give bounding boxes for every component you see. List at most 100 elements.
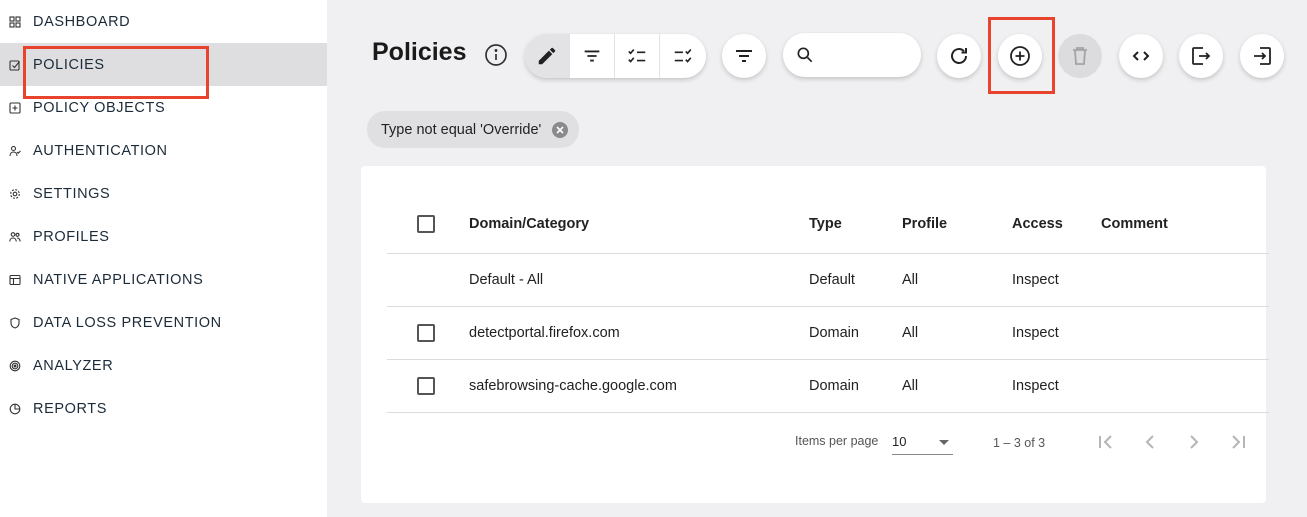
- column-header-type[interactable]: Type: [809, 194, 842, 253]
- column-header-comment[interactable]: Comment: [1101, 194, 1168, 253]
- sidebar-item-policy-objects[interactable]: POLICY OBJECTS: [0, 86, 327, 129]
- add-circle-icon: [1010, 46, 1030, 66]
- sidebar-item-settings[interactable]: SETTINGS: [0, 172, 327, 215]
- cell-type: Domain: [809, 378, 859, 394]
- grid-icon: [9, 15, 21, 28]
- code-icon: [1132, 51, 1150, 61]
- table-row[interactable]: safebrowsing-cache.google.com Domain All…: [387, 360, 1269, 413]
- chevron-right-icon: [1190, 435, 1199, 449]
- chevron-left-icon: [1145, 435, 1154, 449]
- sidebar-item-dashboard[interactable]: DASHBOARD: [0, 0, 327, 43]
- add-policy-button[interactable]: [998, 34, 1042, 78]
- sidebar-item-label: SETTINGS: [33, 185, 111, 202]
- next-page-button[interactable]: [1182, 430, 1206, 454]
- pencil-icon: [538, 47, 556, 65]
- table-row[interactable]: detectportal.firefox.com Domain All Insp…: [387, 307, 1269, 360]
- sidebar-item-data-loss-prevention[interactable]: DATA LOSS PREVENTION: [0, 301, 327, 344]
- filter-list-toggle[interactable]: [570, 34, 615, 78]
- sidebar: DASHBOARD POLICIES POLICY OBJECTS AUTHEN…: [0, 0, 327, 517]
- app-window-icon: [9, 274, 21, 286]
- users-icon: [9, 231, 21, 243]
- sidebar-item-label: NATIVE APPLICATIONS: [33, 271, 204, 288]
- column-header-profile[interactable]: Profile: [902, 194, 947, 253]
- checklist-right-toggle[interactable]: [660, 34, 705, 78]
- paginator: Items per page 10 1 – 3 of 3: [361, 414, 1266, 474]
- gear-icon: [9, 188, 21, 200]
- view-mode-toggle-group: [525, 34, 706, 78]
- code-view-button[interactable]: [1119, 34, 1163, 78]
- sidebar-item-policies[interactable]: POLICIES: [0, 43, 327, 86]
- cell-profile: All: [902, 325, 919, 341]
- cell-type: Default: [809, 272, 855, 288]
- sidebar-item-authentication[interactable]: AUTHENTICATION: [0, 129, 327, 172]
- main-content: Policies Type not equal 'Override' Domai…: [327, 0, 1307, 517]
- cell-access: Inspect: [1012, 272, 1059, 288]
- filter-chip: Type not equal 'Override': [367, 111, 580, 148]
- search-input[interactable]: [821, 47, 911, 63]
- policies-table-card: Domain/Category Type Profile Access Comm…: [361, 166, 1269, 503]
- target-icon: [9, 360, 21, 372]
- page-title: Policies: [372, 38, 467, 66]
- cell-type: Domain: [809, 325, 859, 341]
- export-button[interactable]: [1179, 34, 1223, 78]
- checklist-icon: [628, 49, 646, 63]
- sidebar-item-label: DATA LOSS PREVENTION: [33, 314, 222, 331]
- column-header-domain[interactable]: Domain/Category: [469, 194, 589, 253]
- trash-icon: [1073, 47, 1087, 65]
- cell-access: Inspect: [1012, 325, 1059, 341]
- previous-page-button[interactable]: [1138, 430, 1162, 454]
- cell-domain: detectportal.firefox.com: [469, 325, 620, 341]
- edit-mode-toggle[interactable]: [525, 34, 570, 78]
- column-header-access[interactable]: Access: [1012, 194, 1063, 253]
- checkbox-pen-icon: [9, 59, 21, 71]
- cell-profile: All: [902, 272, 919, 288]
- filter-list-icon: [736, 50, 752, 62]
- row-checkbox[interactable]: [417, 377, 435, 395]
- page-range-label: 1 – 3 of 3: [993, 436, 1046, 450]
- first-page-icon: [1099, 435, 1112, 449]
- sidebar-item-label: ANALYZER: [33, 357, 114, 374]
- filter-list-icon: [584, 50, 600, 62]
- filter-button[interactable]: [722, 34, 766, 78]
- cell-domain: safebrowsing-cache.google.com: [469, 378, 677, 394]
- search-icon: [797, 47, 813, 63]
- sidebar-item-analyzer[interactable]: ANALYZER: [0, 344, 327, 387]
- sidebar-item-reports[interactable]: REPORTS: [0, 387, 327, 430]
- refresh-button[interactable]: [937, 34, 981, 78]
- sidebar-item-profiles[interactable]: PROFILES: [0, 215, 327, 258]
- plus-square-icon: [9, 101, 21, 114]
- delete-button[interactable]: [1058, 34, 1102, 78]
- table-header-row: Domain/Category Type Profile Access Comm…: [387, 194, 1269, 254]
- first-page-button[interactable]: [1094, 430, 1118, 454]
- sidebar-item-label: REPORTS: [33, 400, 108, 417]
- import-button[interactable]: [1240, 34, 1284, 78]
- pie-chart-icon: [9, 403, 21, 415]
- checklist-toggle[interactable]: [615, 34, 660, 78]
- cell-domain: Default - All: [469, 272, 544, 288]
- table-row[interactable]: Default - All Default All Inspect: [387, 254, 1269, 307]
- last-page-icon: [1232, 435, 1245, 449]
- last-page-button[interactable]: [1226, 430, 1250, 454]
- sidebar-item-native-applications[interactable]: NATIVE APPLICATIONS: [0, 258, 327, 301]
- cell-profile: All: [902, 378, 919, 394]
- export-icon: [1192, 47, 1211, 65]
- filter-chip-label: Type not equal 'Override': [381, 121, 542, 138]
- sidebar-item-label: PROFILES: [33, 228, 110, 245]
- select-all-checkbox[interactable]: [417, 214, 435, 233]
- sidebar-item-label: POLICIES: [33, 56, 105, 73]
- shield-icon: [9, 316, 21, 329]
- items-per-page-value: 10: [892, 434, 907, 449]
- sidebar-item-label: POLICY OBJECTS: [33, 99, 166, 116]
- checklist-rtl-icon: [674, 49, 691, 63]
- cell-access: Inspect: [1012, 378, 1059, 394]
- row-checkbox[interactable]: [417, 324, 435, 342]
- search-box[interactable]: [783, 33, 921, 77]
- items-per-page-label: Items per page: [795, 434, 879, 448]
- chip-remove-icon[interactable]: [551, 121, 569, 139]
- sidebar-item-label: AUTHENTICATION: [33, 142, 168, 159]
- dropdown-arrow-icon: [939, 440, 949, 445]
- import-icon: [1254, 47, 1271, 65]
- info-icon[interactable]: [484, 43, 508, 67]
- refresh-icon: [951, 48, 967, 64]
- items-per-page-select[interactable]: 10: [892, 431, 953, 455]
